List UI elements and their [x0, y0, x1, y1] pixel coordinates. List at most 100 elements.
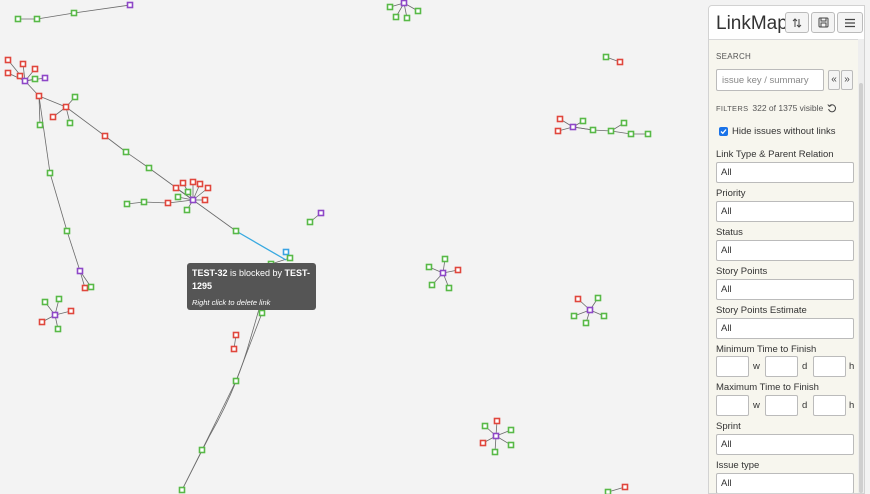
issue-node[interactable]	[403, 14, 411, 22]
issue-node[interactable]	[428, 281, 436, 289]
issue-node[interactable]	[63, 227, 71, 235]
issue-node[interactable]	[317, 209, 325, 217]
issue-node[interactable]	[122, 148, 130, 156]
issue-node[interactable]	[586, 306, 594, 314]
issue-node[interactable]	[621, 483, 629, 491]
menu-button[interactable]	[837, 12, 863, 33]
issue-node[interactable]	[491, 448, 499, 456]
link-edge[interactable]	[73, 4, 131, 14]
issue-node[interactable]	[445, 284, 453, 292]
story-points-estimate-select[interactable]: All	[716, 318, 854, 339]
issue-node[interactable]	[306, 218, 314, 226]
issue-node[interactable]	[123, 200, 131, 208]
issue-type-select[interactable]: All	[716, 473, 854, 493]
sort-button[interactable]	[785, 12, 809, 33]
issue-node[interactable]	[201, 196, 209, 204]
issue-node[interactable]	[14, 15, 22, 23]
issue-node[interactable]	[46, 169, 54, 177]
issue-node[interactable]	[38, 318, 46, 326]
issue-node[interactable]	[607, 127, 615, 135]
issue-node[interactable]	[31, 75, 39, 83]
issue-node[interactable]	[627, 130, 635, 138]
link-edge[interactable]	[38, 95, 51, 174]
link-edge[interactable]	[125, 151, 150, 169]
issue-node[interactable]	[589, 126, 597, 134]
issue-node[interactable]	[4, 56, 12, 64]
hide-issues-without-links-checkbox[interactable]: Hide issues without links	[719, 126, 836, 137]
issue-node[interactable]	[67, 307, 75, 315]
issue-node[interactable]	[178, 486, 186, 494]
link-edge[interactable]	[66, 230, 81, 272]
issue-node[interactable]	[55, 295, 63, 303]
issue-node[interactable]	[33, 15, 41, 23]
issue-node[interactable]	[425, 263, 433, 271]
link-edge[interactable]	[49, 172, 68, 232]
sprint-select[interactable]: All	[716, 434, 854, 455]
issue-node[interactable]	[19, 60, 27, 68]
issue-node[interactable]	[507, 441, 515, 449]
issue-node[interactable]	[41, 74, 49, 82]
issue-node[interactable]	[35, 92, 43, 100]
issue-node[interactable]	[196, 180, 204, 188]
issue-node[interactable]	[87, 283, 95, 291]
issue-node[interactable]	[183, 206, 191, 214]
issue-node[interactable]	[232, 227, 240, 235]
reset-icon[interactable]	[827, 103, 837, 113]
issue-node[interactable]	[62, 103, 70, 111]
link-edge[interactable]	[192, 199, 237, 232]
link-edge[interactable]	[143, 201, 169, 204]
issue-node[interactable]	[145, 164, 153, 172]
issue-node[interactable]	[574, 295, 582, 303]
issue-node[interactable]	[414, 7, 422, 15]
issue-node[interactable]	[172, 184, 180, 192]
issue-node[interactable]	[439, 269, 447, 277]
issue-node[interactable]	[101, 132, 109, 140]
issue-node[interactable]	[579, 117, 587, 125]
story-points-select[interactable]: All	[716, 279, 854, 300]
issue-node[interactable]	[204, 184, 212, 192]
issue-node[interactable]	[594, 294, 602, 302]
panel-scrollbar[interactable]	[858, 39, 864, 493]
issue-node[interactable]	[507, 426, 515, 434]
issue-node[interactable]	[41, 298, 49, 306]
issue-node[interactable]	[556, 115, 564, 123]
issue-node[interactable]	[66, 119, 74, 127]
link-type-select[interactable]: All	[716, 162, 854, 183]
issue-node[interactable]	[198, 446, 206, 454]
issue-node[interactable]	[282, 248, 290, 256]
issue-node[interactable]	[71, 93, 79, 101]
min-time-days-input[interactable]	[765, 356, 798, 377]
priority-select[interactable]: All	[716, 201, 854, 222]
issue-node[interactable]	[600, 312, 608, 320]
search-input[interactable]	[716, 69, 824, 91]
issue-node[interactable]	[81, 284, 89, 292]
issue-node[interactable]	[481, 422, 489, 430]
link-edge[interactable]	[38, 95, 67, 108]
issue-node[interactable]	[31, 65, 39, 73]
max-time-days-input[interactable]	[765, 395, 798, 416]
issue-node[interactable]	[36, 121, 44, 129]
issue-node[interactable]	[184, 188, 192, 196]
issue-node[interactable]	[392, 13, 400, 21]
save-button[interactable]	[811, 12, 835, 33]
issue-node[interactable]	[126, 1, 134, 9]
link-edge[interactable]	[201, 380, 237, 451]
issue-node[interactable]	[604, 488, 612, 494]
issue-node[interactable]	[49, 113, 57, 121]
issue-node[interactable]	[554, 127, 562, 135]
status-select[interactable]: All	[716, 240, 854, 261]
issue-node[interactable]	[174, 193, 182, 201]
issue-node[interactable]	[620, 119, 628, 127]
issue-node[interactable]	[441, 255, 449, 263]
issue-node[interactable]	[569, 123, 577, 131]
issue-node[interactable]	[70, 9, 78, 17]
issue-node[interactable]	[230, 345, 238, 353]
issue-node[interactable]	[179, 179, 187, 187]
scrollbar-thumb[interactable]	[859, 83, 863, 493]
issue-node[interactable]	[479, 439, 487, 447]
issue-node[interactable]	[232, 331, 240, 339]
link-edge[interactable]	[167, 199, 194, 204]
issue-node[interactable]	[4, 69, 12, 77]
issue-node[interactable]	[54, 325, 62, 333]
link-edge[interactable]	[36, 12, 75, 20]
